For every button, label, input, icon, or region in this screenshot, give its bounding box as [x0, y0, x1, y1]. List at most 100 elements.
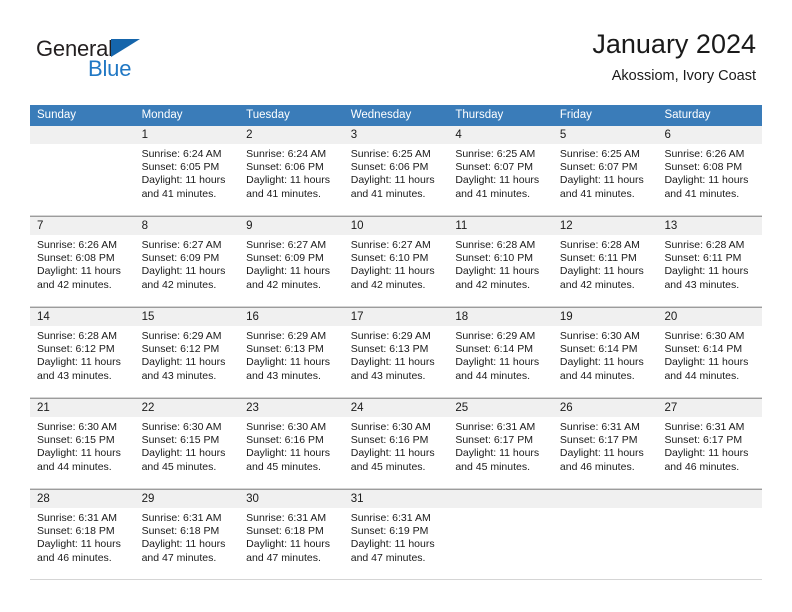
day-cell[interactable]: Sunrise: 6:29 AM Sunset: 6:13 PM Daylight:…	[344, 326, 449, 397]
day-cell[interactable]: Sunrise: 6:30 AM Sunset: 6:15 PM Daylight:…	[30, 417, 135, 488]
day-cell[interactable]: Sunrise: 6:30 AM Sunset: 6:14 PM Daylight:…	[553, 326, 658, 397]
day-detail-line: Sunrise: 6:24 AM	[246, 148, 327, 160]
day-detail-line: and 43 minutes.	[246, 369, 321, 382]
day-detail-line: Sunset: 6:15 PM	[37, 434, 115, 447]
day-detail-line: Sunrise: 6:31 AM	[455, 421, 536, 433]
day-number[interactable]: 3	[344, 126, 449, 144]
day-number-band: 28 29 30 31	[30, 490, 762, 508]
day-detail-line: Daylight: 11 hours	[455, 174, 540, 187]
day-cell[interactable]: Sunrise: 6:27 AM Sunset: 6:10 PM Daylight:…	[344, 235, 449, 306]
day-number[interactable]: 18	[448, 308, 553, 326]
day-cell[interactable]: Sunrise: 6:31 AM Sunset: 6:18 PM Daylight:…	[30, 508, 135, 579]
general-blue-logo[interactable]: General Blue	[36, 36, 166, 88]
day-cell[interactable]: Sunrise: 6:31 AM Sunset: 6:17 PM Daylight:…	[657, 417, 762, 488]
day-detail-line: Daylight: 11 hours	[37, 447, 121, 460]
day-number[interactable]: 21	[30, 399, 135, 417]
day-cell[interactable]: Sunrise: 6:30 AM Sunset: 6:16 PM Daylight:…	[344, 417, 449, 488]
day-number[interactable]: 16	[239, 308, 344, 326]
day-detail-line: Sunrise: 6:26 AM	[664, 148, 745, 160]
day-number[interactable]: 29	[135, 490, 240, 508]
day-detail-line: Sunset: 6:10 PM	[350, 252, 429, 265]
day-cell[interactable]: Sunrise: 6:24 AM Sunset: 6:06 PM Daylight:…	[239, 144, 344, 215]
day-number[interactable]: 7	[30, 217, 135, 235]
day-cell[interactable]: Sunrise: 6:31 AM Sunset: 6:18 PM Daylight:…	[135, 508, 240, 579]
day-number[interactable]: 25	[448, 399, 553, 417]
day-detail-line: Sunset: 6:08 PM	[664, 161, 743, 174]
day-cell[interactable]: Sunrise: 6:31 AM Sunset: 6:18 PM Daylight:…	[239, 508, 344, 579]
day-cell[interactable]: Sunrise: 6:26 AM Sunset: 6:08 PM Daylight:…	[30, 235, 135, 306]
day-detail-line: Daylight: 11 hours	[246, 447, 331, 460]
day-number[interactable]: 20	[657, 308, 762, 326]
day-number[interactable]: 27	[657, 399, 762, 417]
day-number[interactable]: 17	[344, 308, 449, 326]
day-number[interactable]: 15	[135, 308, 240, 326]
day-detail-line: and 45 minutes.	[455, 460, 531, 473]
day-number[interactable]: 1	[135, 126, 240, 144]
day-detail-line: Sunrise: 6:31 AM	[246, 512, 327, 524]
day-detail-line: and 45 minutes.	[141, 460, 217, 473]
day-cell[interactable]: Sunrise: 6:25 AM Sunset: 6:06 PM Daylight:…	[344, 144, 449, 215]
day-detail-line: Sunset: 6:09 PM	[141, 252, 220, 265]
day-cell[interactable]: Sunrise: 6:28 AM Sunset: 6:12 PM Daylight:…	[30, 326, 135, 397]
day-number[interactable]: 11	[448, 217, 553, 235]
day-cell[interactable]: Sunrise: 6:29 AM Sunset: 6:13 PM Daylight:…	[239, 326, 344, 397]
day-cell[interactable]: Sunrise: 6:28 AM Sunset: 6:10 PM Daylight:…	[448, 235, 553, 306]
day-detail-line: Sunset: 6:18 PM	[246, 525, 324, 538]
day-cell[interactable]: Sunrise: 6:30 AM Sunset: 6:15 PM Daylight:…	[135, 417, 240, 488]
day-number[interactable]: 12	[553, 217, 658, 235]
day-number[interactable]: 8	[135, 217, 240, 235]
day-cell[interactable]: Sunrise: 6:29 AM Sunset: 6:14 PM Daylight:…	[448, 326, 553, 397]
day-cell[interactable]: Sunrise: 6:28 AM Sunset: 6:11 PM Daylight:…	[657, 235, 762, 306]
day-detail-line: Sunrise: 6:24 AM	[141, 148, 222, 160]
day-number[interactable]: 26	[553, 399, 658, 417]
day-cell[interactable]: Sunrise: 6:31 AM Sunset: 6:17 PM Daylight:…	[553, 417, 658, 488]
day-detail-line: and 41 minutes.	[141, 187, 217, 200]
day-cell[interactable]: Sunrise: 6:29 AM Sunset: 6:12 PM Daylight:…	[135, 326, 240, 397]
day-cell[interactable]: Sunrise: 6:31 AM Sunset: 6:19 PM Daylight:…	[344, 508, 449, 579]
day-cell[interactable]: Sunrise: 6:27 AM Sunset: 6:09 PM Daylight:…	[239, 235, 344, 306]
day-number[interactable]: 10	[344, 217, 449, 235]
day-detail-line: and 41 minutes.	[455, 187, 531, 200]
day-number[interactable]: 6	[657, 126, 762, 144]
day-number[interactable]: 19	[553, 308, 658, 326]
day-number[interactable]: 24	[344, 399, 449, 417]
day-detail-line: Sunset: 6:09 PM	[246, 252, 324, 265]
day-detail-line: Sunrise: 6:31 AM	[37, 512, 117, 524]
weekday-header-saturday: Saturday	[664, 109, 711, 121]
day-number[interactable]: 13	[657, 217, 762, 235]
day-detail-line: Sunrise: 6:28 AM	[664, 239, 745, 251]
day-detail-line: Sunrise: 6:30 AM	[350, 421, 431, 433]
day-cell[interactable]: Sunrise: 6:27 AM Sunset: 6:09 PM Daylight:…	[135, 235, 240, 306]
day-detail-line: Daylight: 11 hours	[664, 265, 749, 278]
day-detail-line: Daylight: 11 hours	[141, 174, 226, 187]
day-number[interactable]: 9	[239, 217, 344, 235]
title-block: January 2024 Akossiom, Ivory Coast	[592, 28, 756, 86]
day-cell[interactable]: Sunrise: 6:30 AM Sunset: 6:16 PM Daylight:…	[239, 417, 344, 488]
day-number[interactable]: 22	[135, 399, 240, 417]
day-cell[interactable]: Sunrise: 6:30 AM Sunset: 6:14 PM Daylight:…	[657, 326, 762, 397]
day-cell[interactable]: Sunrise: 6:31 AM Sunset: 6:17 PM Daylight:…	[448, 417, 553, 488]
day-number[interactable]: 14	[30, 308, 135, 326]
day-number[interactable]: 23	[239, 399, 344, 417]
day-cell[interactable]: Sunrise: 6:24 AM Sunset: 6:05 PM Daylight:…	[135, 144, 240, 215]
day-number[interactable]: 5	[553, 126, 658, 144]
day-number[interactable]: 2	[239, 126, 344, 144]
day-detail-line: Sunset: 6:08 PM	[37, 252, 115, 265]
day-cell[interactable]: Sunrise: 6:25 AM Sunset: 6:07 PM Daylight:…	[448, 144, 553, 215]
day-number[interactable]: 4	[448, 126, 553, 144]
day-cell[interactable]: Sunrise: 6:28 AM Sunset: 6:11 PM Daylight:…	[553, 235, 658, 306]
day-number[interactable]: 30	[239, 490, 344, 508]
calendar-week-row: 7 8 9 10 11 12 13 Sunrise: 6:26 AM Sunset: 6:08 …	[30, 216, 762, 307]
day-cell[interactable]: Sunrise: 6:26 AM Sunset: 6:08 PM Daylight:…	[657, 144, 762, 215]
day-detail-line: and 43 minutes.	[664, 278, 740, 291]
weekday-header-row: Sunday Monday Tuesday Wednesday Thursday Frid…	[30, 105, 762, 126]
day-detail-line: and 44 minutes.	[455, 369, 531, 382]
day-number[interactable]: 31	[344, 490, 449, 508]
day-detail-line: Sunset: 6:16 PM	[246, 434, 324, 447]
day-cell[interactable]: Sunrise: 6:25 AM Sunset: 6:07 PM Daylight:…	[553, 144, 658, 215]
day-detail-line: and 46 minutes.	[559, 460, 635, 473]
day-number-empty	[657, 490, 762, 508]
logo-text-blue: Blue	[88, 56, 132, 81]
day-detail-line: Sunset: 6:10 PM	[455, 252, 533, 265]
day-number[interactable]: 28	[30, 490, 135, 508]
